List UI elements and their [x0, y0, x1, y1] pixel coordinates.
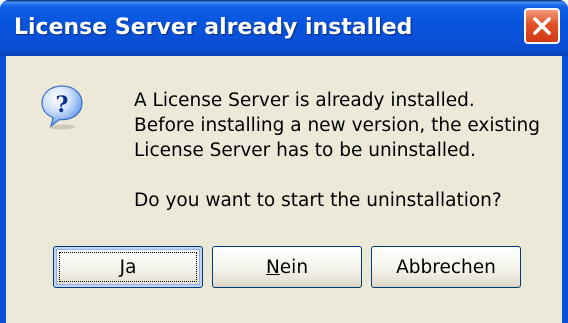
close-button[interactable]	[524, 8, 560, 44]
no-button-mnemonic: N	[265, 256, 280, 278]
yes-button[interactable]: Ja	[53, 246, 203, 288]
dialog-window: License Server already installed ? A Lic…	[0, 0, 568, 323]
message-question: Do you want to start the uninstallation?	[134, 190, 502, 211]
message-line: License Server has to be uninstalled.	[134, 140, 477, 161]
message-text: A License Server is already installed. B…	[134, 88, 540, 213]
no-button-label: ein	[279, 256, 309, 278]
svg-text:?: ?	[56, 92, 69, 118]
close-icon	[533, 17, 551, 35]
dialog-body: ? A License Server is already installed.…	[6, 56, 562, 323]
title-bar[interactable]: License Server already installed	[0, 0, 568, 56]
message-line: A License Server is already installed.	[134, 90, 475, 111]
message-line: Before installing a new version, the exi…	[134, 115, 540, 136]
no-button[interactable]: Nein	[212, 246, 362, 288]
yes-button-label: a	[125, 256, 137, 278]
window-title: License Server already installed	[14, 15, 413, 40]
question-icon: ?	[41, 85, 83, 130]
cancel-button[interactable]: Abbrechen	[371, 246, 521, 288]
cancel-button-label: Abbrechen	[396, 256, 496, 278]
